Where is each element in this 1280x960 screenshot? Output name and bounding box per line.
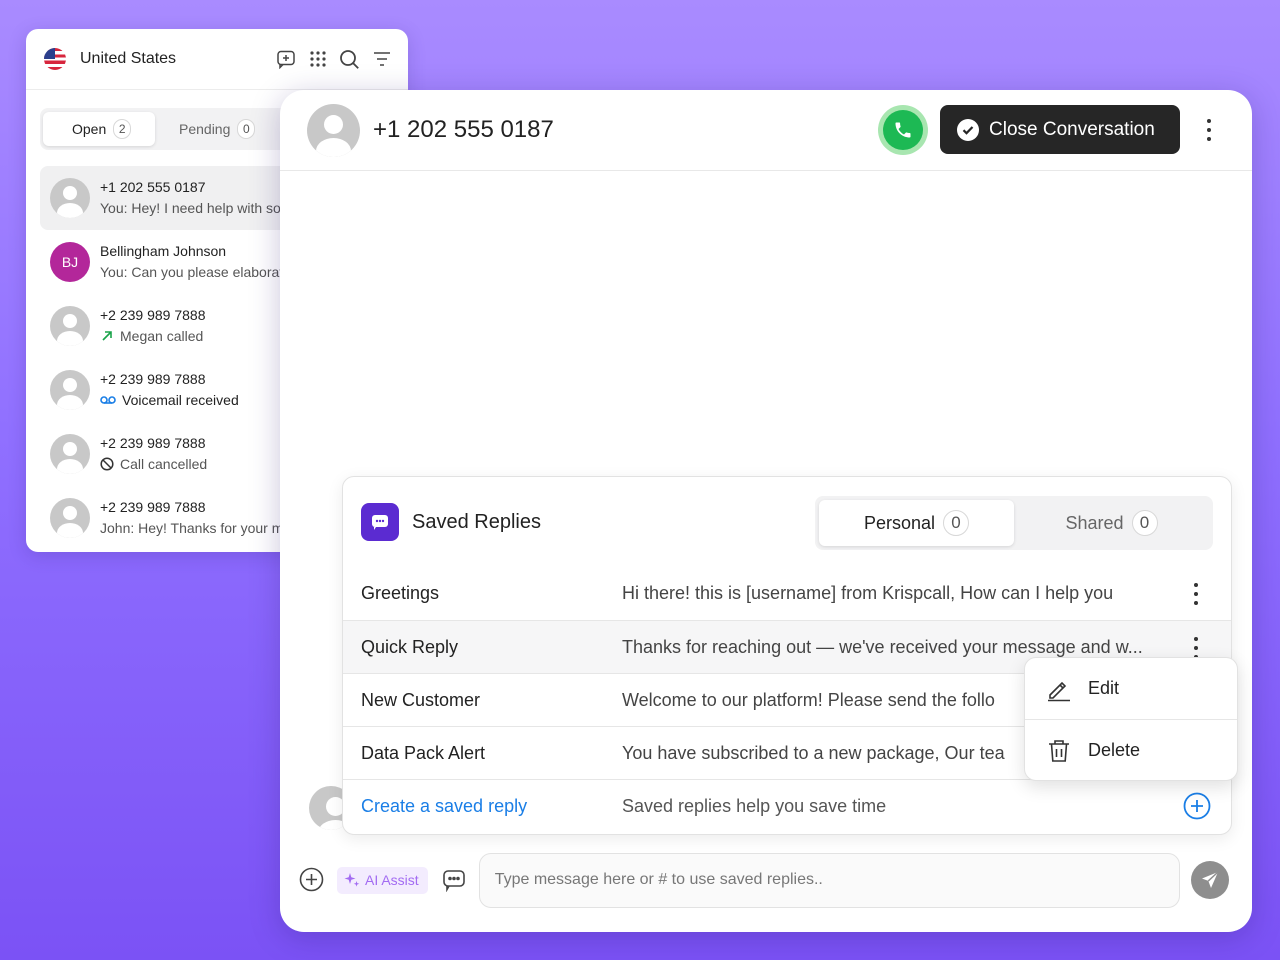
edit-menu-item[interactable]: Edit: [1025, 658, 1237, 719]
conversation-name: +2 239 989 7888: [100, 499, 206, 515]
tab-personal-label: Personal: [863, 512, 936, 533]
close-conversation-button[interactable]: Close Conversation: [940, 105, 1180, 154]
saved-replies-popup: Saved Replies Personal 0 Shared 0 Greeti…: [342, 476, 1232, 835]
saved-reply-text: Welcome to our platform! Please send the…: [622, 689, 995, 710]
avatar: BJ: [50, 242, 90, 282]
create-saved-reply-link[interactable]: Create a saved reply: [343, 796, 622, 817]
voicemail-icon: [100, 396, 116, 404]
conversation-preview: Call cancelled: [100, 453, 207, 475]
avatar: [50, 178, 90, 218]
create-saved-reply-row[interactable]: Create a saved reply Saved replies help …: [343, 779, 1231, 832]
list-header: United States: [26, 29, 408, 90]
saved-reply-text: Thanks for reaching out — we've received…: [622, 636, 1143, 657]
tab-open-label: Open: [72, 121, 107, 137]
conversation-name: +2 239 989 7888: [100, 435, 206, 451]
create-saved-reply-hint: Saved replies help you save time: [622, 795, 887, 816]
tab-pending-count: 0: [237, 119, 256, 139]
trash-icon: [1049, 739, 1069, 762]
pencil-icon: [1048, 681, 1070, 701]
saved-replies-toggle-icon[interactable]: [442, 868, 466, 893]
avatar: [50, 498, 90, 538]
send-icon: [1201, 871, 1219, 888]
saved-reply-name: Data Pack Alert: [361, 742, 486, 763]
outgoing-call-arrow-icon: [102, 331, 112, 341]
tab-shared-label: Shared: [1065, 512, 1124, 533]
message-composer: AI Assist Type message here or # to use …: [298, 852, 1233, 908]
row-context-menu: Edit Delete: [1024, 657, 1238, 781]
saved-reply-text: You have subscribed to a new package, Ou…: [622, 742, 1005, 763]
cancelled-icon: [100, 457, 114, 471]
saved-reply-name: Greetings: [361, 583, 440, 603]
conversation-preview: Megan called: [100, 325, 206, 347]
conversation-panel: +1 202 555 0187 Close Conversation Saved…: [280, 90, 1252, 932]
delete-label: Delete: [1088, 740, 1141, 760]
tab-shared-count: 0: [1131, 510, 1158, 536]
saved-replies-title: Saved Replies: [412, 510, 541, 533]
conversation-preview: You: Hey! I need help with so: [100, 200, 281, 216]
check-circle-icon: [957, 118, 979, 141]
us-flag-icon[interactable]: [44, 48, 66, 70]
send-button[interactable]: [1190, 861, 1229, 899]
tab-open-count: 2: [113, 119, 132, 139]
saved-reply-name: Quick Reply: [361, 636, 459, 657]
ai-assist-label: AI Assist: [365, 872, 419, 888]
edit-label: Edit: [1088, 678, 1120, 698]
conversation-name: +2 239 989 7888: [100, 371, 206, 387]
add-attachment-icon[interactable]: [299, 867, 325, 893]
conversation-name: +1 202 555 0187: [100, 179, 206, 195]
conversation-preview: You: Can you please elaborat: [100, 264, 284, 280]
call-button[interactable]: [878, 105, 928, 155]
add-circle-icon[interactable]: [1183, 792, 1211, 820]
sparkle-icon: [344, 873, 360, 887]
close-conversation-label: Close Conversation: [989, 118, 1155, 140]
saved-reply-name: New Customer: [361, 689, 481, 710]
tab-shared[interactable]: Shared 0: [1014, 500, 1209, 546]
conversation-header: +1 202 555 0187 Close Conversation: [280, 90, 1252, 171]
dialpad-icon[interactable]: [307, 49, 328, 70]
saved-reply-text: Hi there! this is [username] from Krispc…: [622, 583, 1114, 603]
more-options-icon[interactable]: [1197, 114, 1221, 146]
search-icon[interactable]: [339, 49, 360, 70]
new-message-icon[interactable]: [275, 49, 296, 70]
tab-pending[interactable]: Pending 0: [155, 112, 267, 146]
tab-personal-count: 0: [943, 510, 970, 536]
contact-avatar[interactable]: [307, 103, 360, 157]
row-more-icon[interactable]: [1192, 580, 1200, 608]
tab-personal[interactable]: Personal 0: [819, 500, 1014, 546]
ai-assist-button[interactable]: AI Assist: [337, 866, 428, 894]
delete-menu-item[interactable]: Delete: [1025, 719, 1237, 781]
saved-reply-row[interactable]: Greetings Hi there! this is [username] f…: [343, 567, 1231, 620]
conversation-name: Bellingham Johnson: [100, 243, 227, 259]
conversation-name: +2 239 989 7888: [100, 307, 206, 323]
country-name[interactable]: United States: [80, 50, 275, 68]
avatar: [50, 434, 90, 474]
conversation-preview: John: Hey! Thanks for your m: [100, 520, 284, 536]
tab-pending-label: Pending: [179, 121, 231, 137]
saved-replies-tabs: Personal 0 Shared 0: [815, 496, 1213, 550]
filter-icon[interactable]: [371, 49, 392, 70]
conversation-preview: Voicemail received: [100, 389, 239, 411]
avatar: [50, 370, 90, 410]
avatar: [50, 306, 90, 346]
tab-open[interactable]: Open 2: [43, 112, 155, 146]
message-input[interactable]: Type message here or # to use saved repl…: [478, 852, 1180, 908]
phone-icon: [895, 122, 911, 138]
saved-replies-icon: [361, 503, 399, 541]
